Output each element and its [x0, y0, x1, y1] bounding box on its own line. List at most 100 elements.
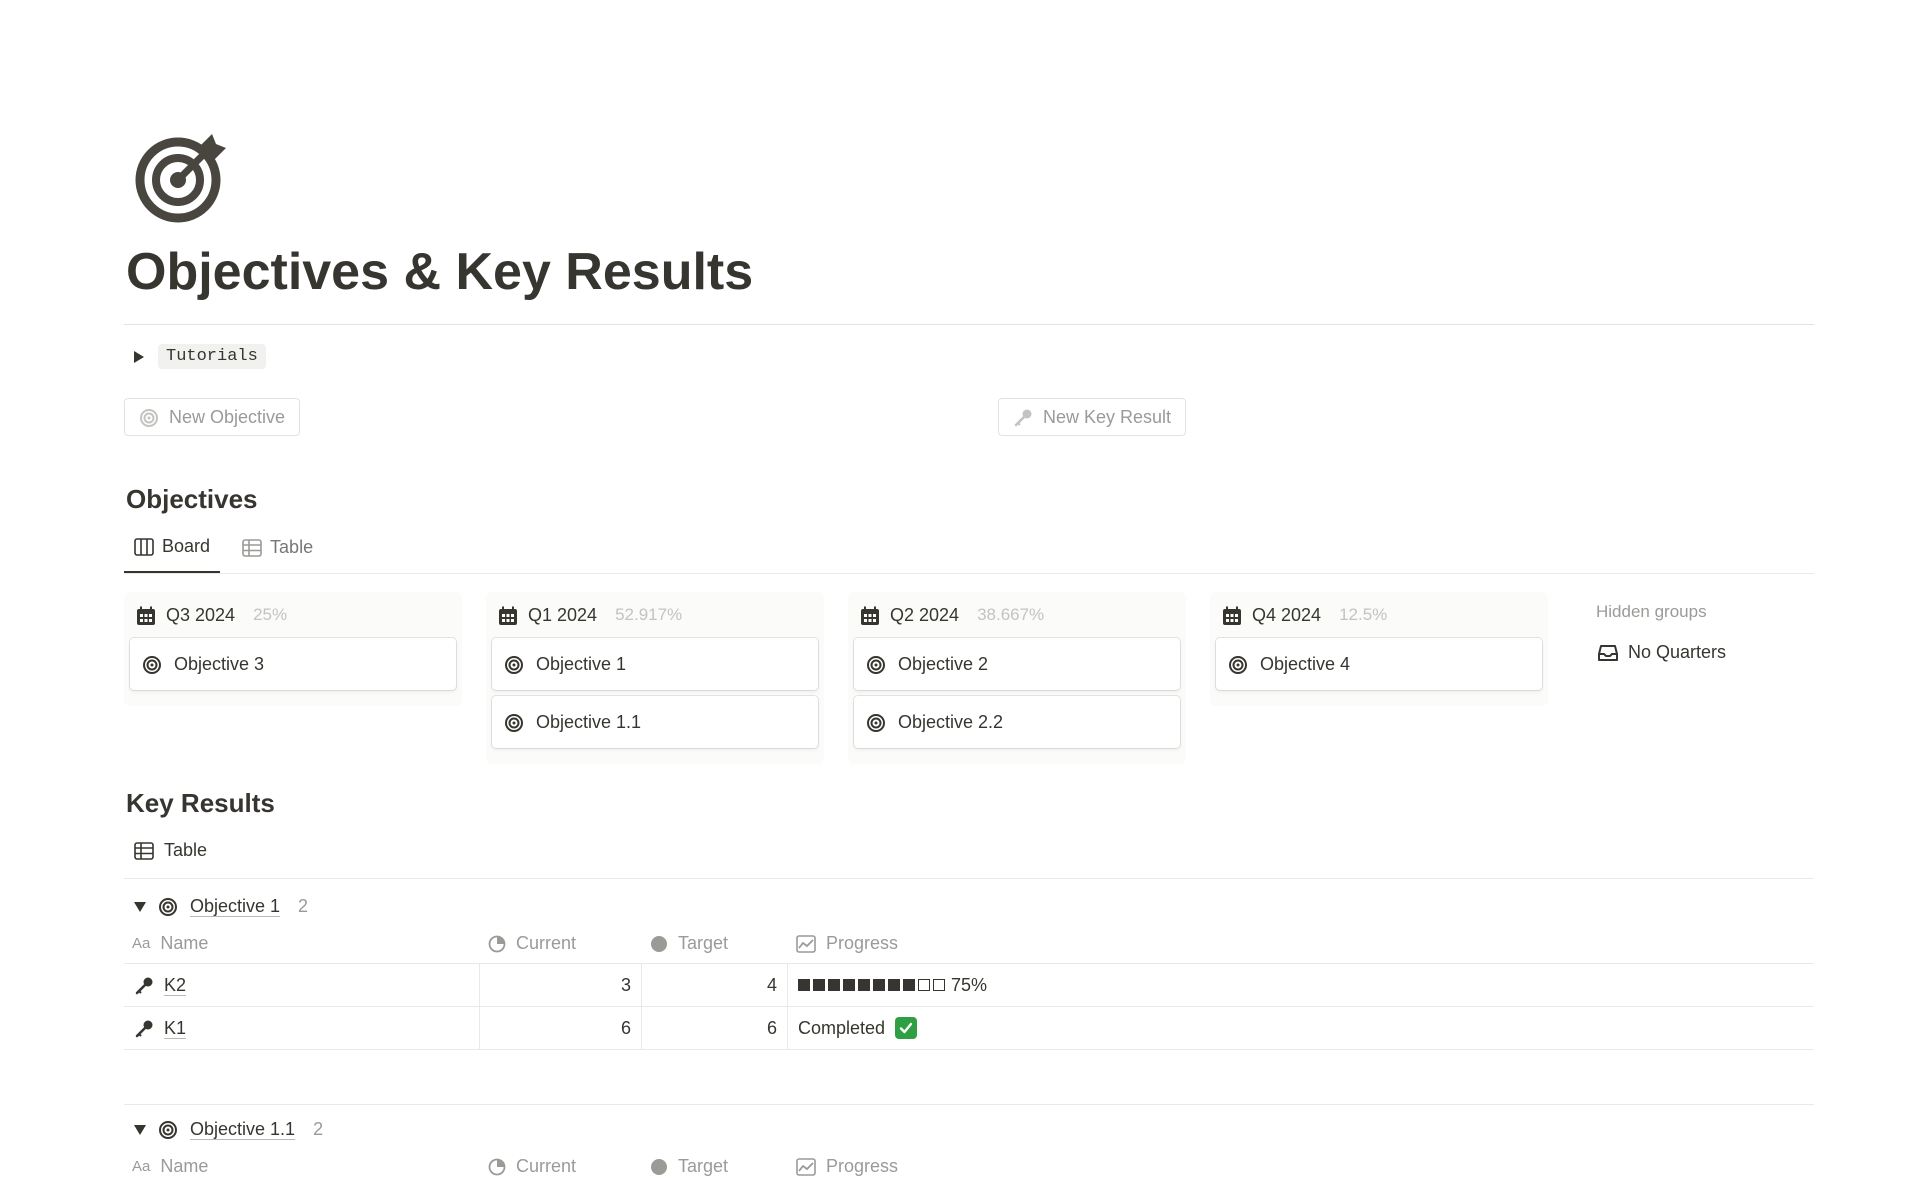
cell-name[interactable]: K1	[124, 1007, 480, 1050]
key-result-name[interactable]: K1	[164, 1018, 187, 1039]
table-row[interactable]: K1 6 6 Completed	[124, 1006, 1814, 1050]
calendar-icon	[136, 604, 156, 625]
objective-card[interactable]: Objective 1	[492, 638, 818, 690]
hidden-groups-label: Hidden groups	[1596, 602, 1707, 621]
column-header[interactable]: Q4 2024 12.5%	[1216, 598, 1542, 632]
objectives-view-tabs: Board Table	[124, 532, 323, 573]
column-header-current[interactable]: Current	[480, 1156, 642, 1177]
column-quarter-label: Q3 2024	[166, 604, 236, 625]
column-header[interactable]: Q2 2024 38.667%	[854, 598, 1180, 632]
board-column-q2-2024: Q2 2024 38.667% Objective 2 Objective 2.…	[848, 592, 1186, 764]
progress-squares	[798, 979, 945, 992]
progress-square-empty	[918, 979, 930, 992]
calendar-icon	[1222, 604, 1242, 625]
objective-card-title: Objective 1.1	[536, 711, 642, 732]
group-header[interactable]: Objective 1.1 2	[124, 1119, 1814, 1141]
tab-table[interactable]: Table	[232, 532, 323, 573]
collapse-triangle-icon[interactable]	[134, 901, 146, 912]
objectives-heading: Objectives	[126, 484, 258, 514]
page-title: Objectives & Key Results	[126, 243, 754, 301]
kr-group-objective-1: Objective 1 2 Aa Name Current Target Pro…	[124, 896, 1814, 1051]
progress-text: 75%	[951, 974, 988, 995]
column-header[interactable]: Q3 2024 25%	[130, 598, 456, 632]
key-icon	[134, 975, 154, 996]
column-progress-label: Progress	[826, 1155, 899, 1176]
objective-card[interactable]: Objective 2.2	[854, 696, 1180, 748]
objective-card[interactable]: Objective 3	[130, 638, 456, 690]
board-column-q3-2024: Q3 2024 25% Objective 3	[124, 592, 462, 706]
cell-current[interactable]: 3	[480, 964, 642, 1007]
column-progress-label: Progress	[826, 932, 899, 953]
column-target-label: Target	[678, 1155, 729, 1176]
formula-chart-icon	[796, 1156, 816, 1177]
cell-progress: 75%	[788, 964, 1814, 1006]
toggle-triangle-icon[interactable]	[134, 350, 144, 363]
tab-board-label: Board	[162, 536, 211, 556]
tab-kr-table[interactable]: Table	[134, 840, 207, 861]
column-current-label: Current	[516, 932, 577, 953]
column-header-name[interactable]: Aa Name	[124, 1156, 480, 1177]
table-bottom-border	[124, 1049, 1814, 1051]
cell-name[interactable]: K2	[124, 964, 480, 1007]
objective-card[interactable]: Objective 2	[854, 638, 1180, 690]
new-objective-button[interactable]: New Objective	[124, 398, 301, 436]
table-icon	[242, 537, 262, 558]
target-icon	[142, 653, 162, 674]
group-name[interactable]: Objective 1.1	[190, 1119, 296, 1141]
objective-card[interactable]: Objective 1.1	[492, 696, 818, 748]
cell-current[interactable]: 6	[480, 1007, 642, 1050]
cell-target[interactable]: 6	[642, 1007, 788, 1050]
group-name[interactable]: Objective 1	[190, 896, 281, 918]
pie-chart-icon	[488, 933, 506, 954]
tutorials-toggle[interactable]: Tutorials	[130, 344, 266, 369]
group-header[interactable]: Objective 1 2	[124, 896, 1814, 918]
column-header[interactable]: Q1 2024 52.917%	[492, 598, 818, 632]
tab-board[interactable]: Board	[124, 532, 221, 573]
key-icon	[134, 1018, 154, 1039]
new-key-result-label: New Key Result	[1043, 406, 1172, 427]
column-header-progress[interactable]: Progress	[788, 1156, 1814, 1177]
cell-progress: Completed	[788, 1007, 1814, 1049]
key-result-name[interactable]: K2	[164, 975, 187, 996]
progress-square-empty	[933, 979, 945, 992]
formula-chart-icon	[796, 933, 816, 954]
kr-table-tab-label: Table	[164, 840, 208, 860]
objective-card-title: Objective 4	[1260, 653, 1351, 674]
new-key-result-button[interactable]: New Key Result	[998, 398, 1187, 436]
board-column-q4-2024: Q4 2024 12.5% Objective 4	[1210, 592, 1548, 706]
target-icon	[158, 896, 178, 917]
progress-square-filled	[843, 979, 855, 992]
calendar-icon	[860, 604, 880, 625]
progress-square-filled	[858, 979, 870, 992]
kr-divider	[124, 878, 1814, 879]
tab-table-label: Table	[270, 537, 314, 557]
tabs-divider	[124, 573, 1814, 574]
collapse-triangle-icon[interactable]	[134, 1124, 146, 1135]
board-icon	[134, 536, 154, 557]
target-icon	[866, 711, 886, 732]
progress-square-filled	[828, 979, 840, 992]
column-name-label: Name	[160, 1155, 209, 1176]
objective-card[interactable]: Objective 4	[1216, 638, 1542, 690]
column-header-current[interactable]: Current	[480, 933, 642, 954]
cell-target[interactable]: 4	[642, 964, 788, 1007]
column-header-target[interactable]: Target	[642, 933, 788, 954]
column-quarter-label: Q4 2024	[1252, 604, 1322, 625]
table-row[interactable]: K2 3 4 75%	[124, 963, 1814, 1007]
target-icon	[1228, 653, 1248, 674]
column-header-progress[interactable]: Progress	[788, 933, 1814, 954]
column-name-label: Name	[160, 932, 209, 953]
column-header-name[interactable]: Aa Name	[124, 933, 480, 954]
table-header: Aa Name Current Target Progress	[124, 923, 1814, 963]
column-quarter-label: Q2 2024	[890, 604, 960, 625]
progress-square-filled	[873, 979, 885, 992]
tutorials-label: Tutorials	[158, 344, 266, 369]
progress-square-filled	[798, 979, 810, 992]
title-divider	[124, 324, 1814, 325]
target-icon	[866, 653, 886, 674]
column-header-target[interactable]: Target	[642, 1156, 788, 1177]
target-icon	[158, 1119, 178, 1140]
hidden-group-no-quarters[interactable]: No Quarters	[1598, 642, 1726, 663]
new-objective-label: New Objective	[169, 406, 286, 427]
kr-group-objective-1-1: Objective 1.1 2 Aa Name Current Target P…	[124, 1104, 1814, 1186]
